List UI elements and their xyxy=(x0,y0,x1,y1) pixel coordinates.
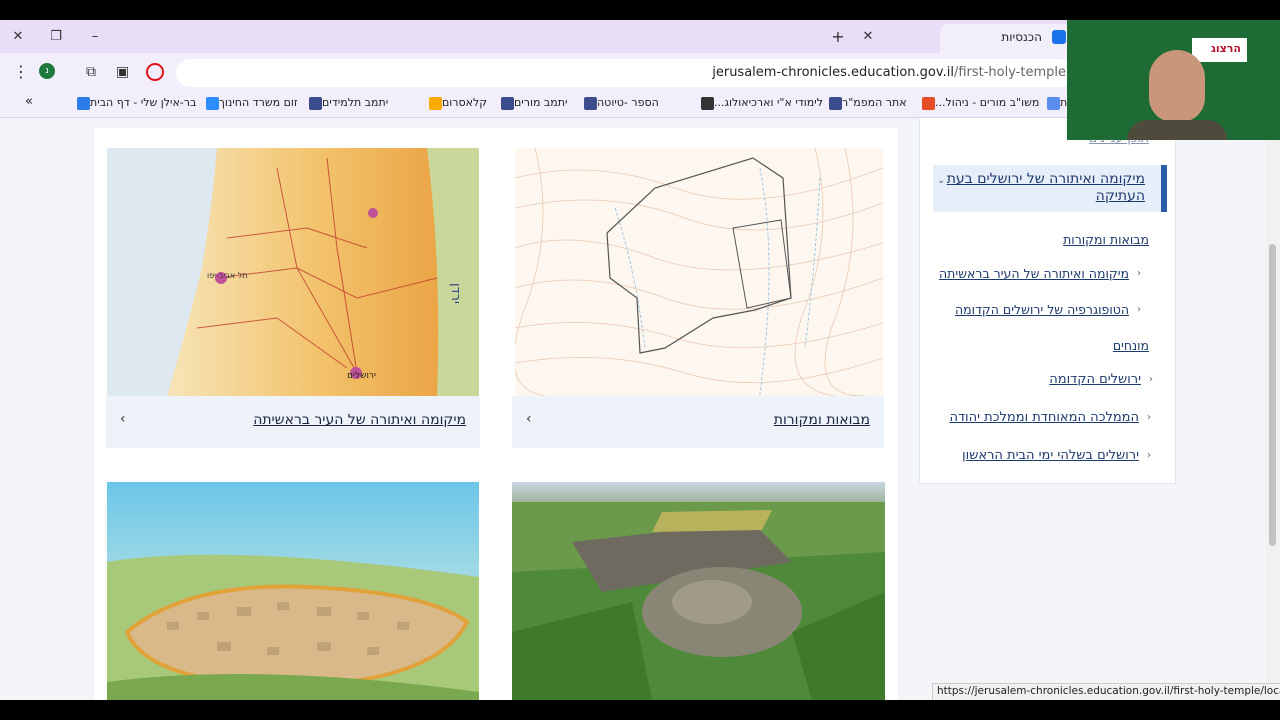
sidebar-item[interactable]: הממלכה המאוחדת וממלכת יהודה xyxy=(949,410,1139,425)
ancient-city-illustration[interactable] xyxy=(107,482,479,700)
school-logo: הרצוג xyxy=(1192,38,1247,62)
card-sources[interactable]: מבואות ומקורות ‹ xyxy=(512,148,884,448)
bookmark-label: יתמב תלמידים xyxy=(322,96,389,109)
tab-close-icon[interactable]: ✕ xyxy=(858,27,878,47)
bookmark-item[interactable]: יתמב מורים xyxy=(497,96,567,110)
close-window-icon[interactable]: ✕ xyxy=(8,27,28,47)
page-content: מבואות ומקורות ‹ ירדן תל אביב-יפו ירושלי… xyxy=(0,118,1280,700)
tab-favicon-icon xyxy=(1052,30,1066,44)
bookmark-item[interactable]: הספר -טיוטה xyxy=(580,96,659,110)
card-caption[interactable]: מיקומה ואיתורה של העיר בראשיתה ‹ xyxy=(106,396,480,448)
sidebar-active-label: מיקומה ואיתורה של ירושלים בעת העתיקה xyxy=(946,171,1145,204)
bottom-letterbox xyxy=(0,700,1280,720)
bookmark-item[interactable]: קלאסרום xyxy=(425,96,487,110)
map-label-jerusalem: ירושלים xyxy=(347,371,376,381)
presenter-face xyxy=(1149,50,1205,122)
sidebar-item[interactable]: ירושלים הקדומה xyxy=(1049,372,1141,387)
card-caption-label: מיקומה ואיתורה של העיר בראשיתה xyxy=(253,412,466,428)
main-panel: מבואות ומקורות ‹ ירדן תל אביב-יפו ירושלי… xyxy=(94,128,898,700)
bookmark-label: יתמב מורים xyxy=(514,96,568,109)
map-label-tel-aviv: תל אביב-יפו xyxy=(207,271,248,280)
card-caption-label: מבואות ומקורות xyxy=(773,412,870,428)
tab-title: הכנסיות xyxy=(1001,30,1042,44)
sidebar-item-active[interactable]: מיקומה ואיתורה של ירושלים בעת העתיקה ⌄ xyxy=(933,165,1167,212)
bookmark-item[interactable]: אתר המפמ"ר xyxy=(825,96,907,110)
regional-map-image: ירדן תל אביב-יפו ירושלים xyxy=(107,148,479,396)
map-label-yarden: ירדן xyxy=(448,283,463,304)
profile-avatar-icon[interactable]: נ xyxy=(39,63,55,79)
bookmark-favicon-icon xyxy=(309,96,322,110)
extensions-icon[interactable]: ⧉ xyxy=(86,64,96,80)
scrollbar-thumb[interactable] xyxy=(1269,244,1276,546)
new-tab-icon[interactable]: + xyxy=(828,27,848,47)
more-bookmarks-icon[interactable]: » xyxy=(25,94,33,109)
bookmark-favicon-icon xyxy=(77,96,90,110)
menu-dots-icon[interactable]: ⋮ xyxy=(13,62,29,81)
logo-text: הרצוג xyxy=(1210,42,1241,55)
chevron-left-icon: ‹ xyxy=(120,411,126,427)
chevron-icon: › xyxy=(1147,412,1151,423)
card-caption[interactable]: מבואות ומקורות ‹ xyxy=(512,396,884,448)
sidebar-item[interactable]: מבואות ומקורות xyxy=(1063,232,1149,247)
presenter-shoulders xyxy=(1127,120,1227,140)
restore-window-icon[interactable]: ❐ xyxy=(46,27,66,47)
card-location[interactable]: ירדן תל אביב-יפו ירושלים מיקומה ואיתורה … xyxy=(106,148,480,448)
bookmark-label: הספר -טיוטה xyxy=(597,96,659,109)
aerial-photo-image[interactable] xyxy=(512,482,885,700)
sidebar-item[interactable]: מונחים xyxy=(1113,338,1149,353)
minimize-window-icon[interactable]: – xyxy=(85,27,105,47)
tab-active[interactable]: הכנסיות xyxy=(940,24,1080,53)
bookmark-item[interactable]: בר-אילן שלי - דף הבית xyxy=(73,96,196,110)
page-scrollbar[interactable] xyxy=(1266,118,1280,700)
sidebar-nav: תוכן עניינים מיקומה ואיתורה של ירושלים ב… xyxy=(919,118,1176,484)
bookmark-favicon-icon xyxy=(206,96,219,110)
sidebar-item[interactable]: מיקומה ואיתורה של העיר בראשיתה xyxy=(939,266,1129,281)
chevron-icon: › xyxy=(1137,304,1141,315)
address-bar[interactable]: jerusalem-chronicles.education.gov.il/fi… xyxy=(176,59,1076,87)
chevron-icon: › xyxy=(1147,450,1151,461)
bookmark-label: קלאסרום xyxy=(442,96,488,109)
address-url: jerusalem-chronicles.education.gov.il/fi… xyxy=(712,65,1066,80)
bookmark-item[interactable]: יתמב תלמידים xyxy=(305,96,388,110)
bookmark-favicon-icon xyxy=(1047,96,1060,110)
bookmark-favicon-icon xyxy=(584,96,597,110)
bookmark-favicon-icon xyxy=(922,96,935,110)
sidebar-item[interactable]: ירושלים בשלהי ימי הבית הראשון xyxy=(962,448,1139,463)
bookmark-item[interactable]: משו"ב מורים - ניהול... xyxy=(918,96,1039,110)
topographic-map-image xyxy=(515,148,883,396)
screenshot-icon[interactable]: ▣ xyxy=(116,64,129,80)
bookmark-item[interactable]: לימודי א"י וארכיאולוג... xyxy=(697,96,823,110)
top-letterbox xyxy=(0,0,1280,20)
bookmark-favicon-icon xyxy=(701,96,714,110)
bookmark-item[interactable]: זום משרד החינוך xyxy=(202,96,298,110)
chevron-down-icon: ⌄ xyxy=(937,175,946,186)
bookmark-label: זום משרד החינוך xyxy=(219,96,298,109)
bookmark-label: משו"ב מורים - ניהול... xyxy=(935,96,1040,109)
sidebar-item[interactable]: הטופוגרפיה של ירושלים הקדומה xyxy=(955,302,1129,317)
chevron-left-icon: ‹ xyxy=(526,411,532,427)
bookmark-label: אתר המפמ"ר xyxy=(842,96,907,109)
webcam-overlay: הרצוג xyxy=(1067,20,1280,140)
bookmark-label: בר-אילן שלי - דף הבית xyxy=(90,96,197,109)
opera-icon[interactable] xyxy=(146,63,164,81)
chevron-icon: › xyxy=(1137,268,1141,279)
bookmark-label: לימודי א"י וארכיאולוג... xyxy=(714,96,823,109)
bookmark-favicon-icon xyxy=(829,96,842,110)
bookmark-favicon-icon xyxy=(501,96,514,110)
bookmark-favicon-icon xyxy=(429,96,442,110)
chevron-icon: › xyxy=(1149,374,1153,385)
